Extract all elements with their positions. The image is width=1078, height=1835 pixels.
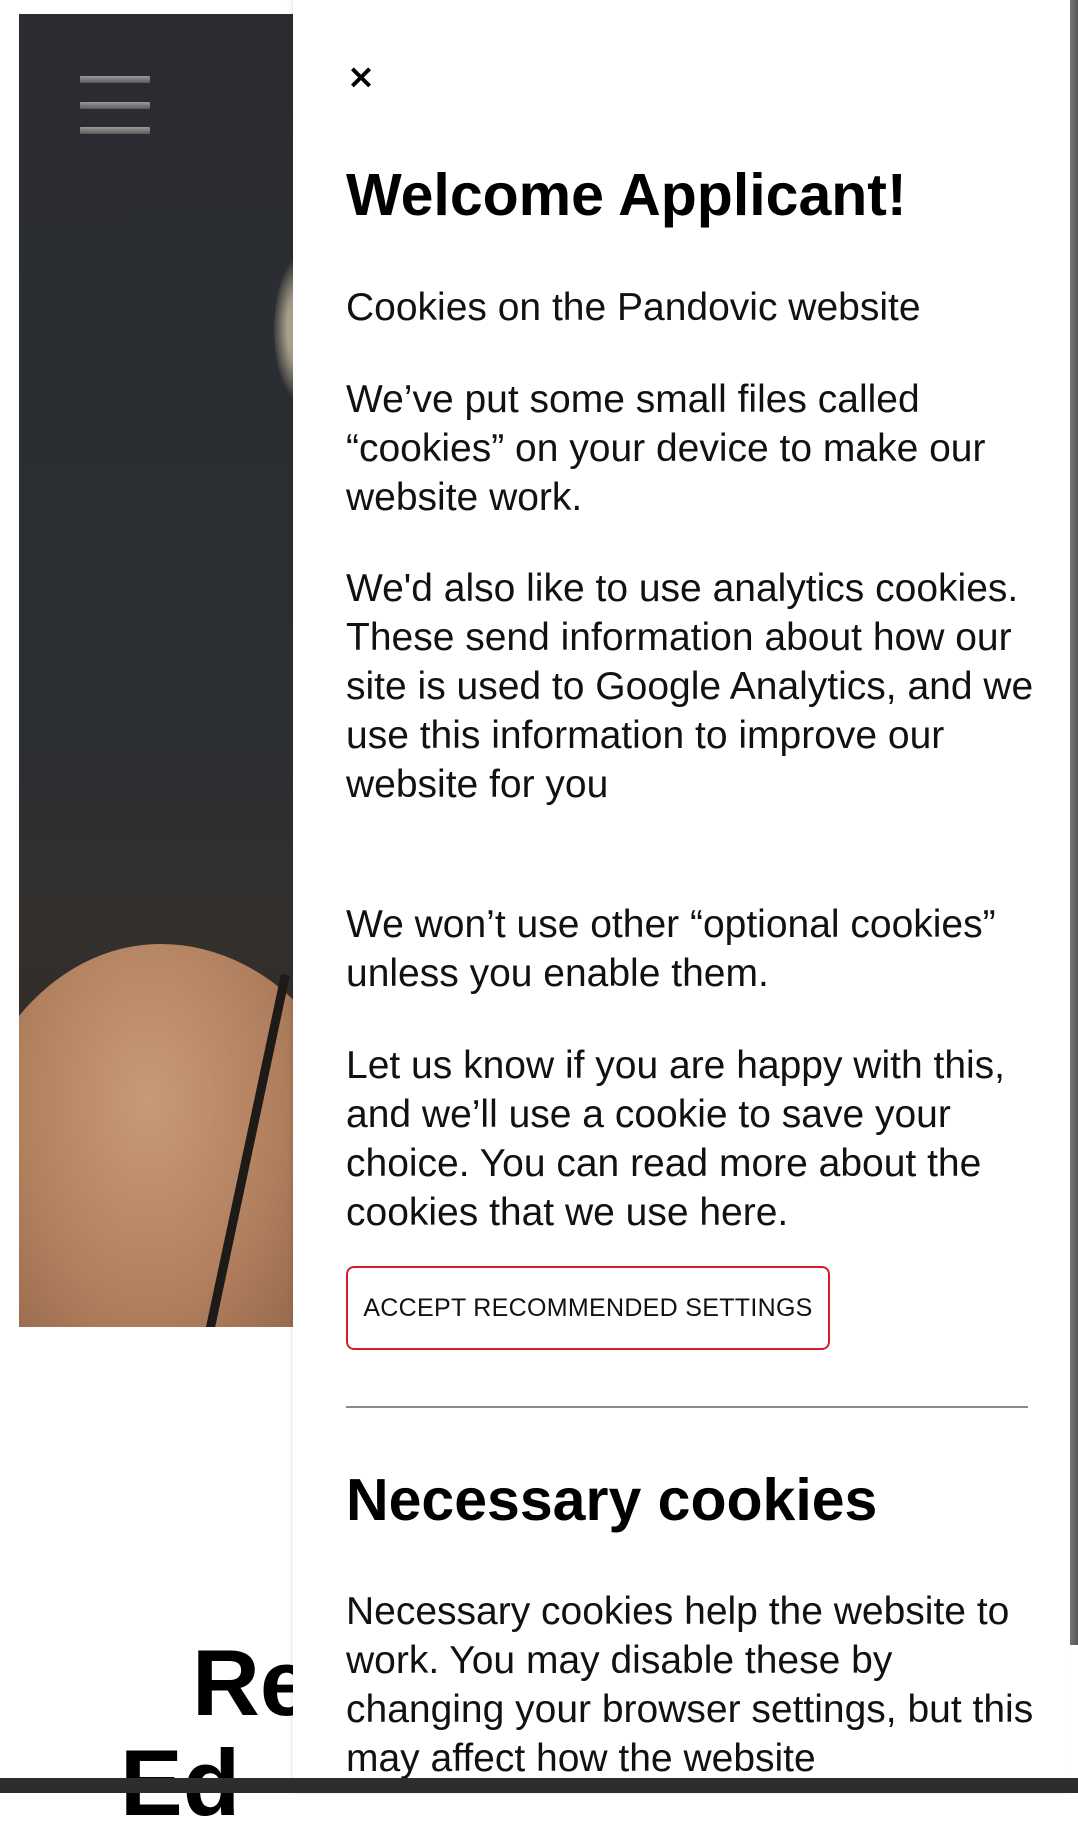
bottom-navigation-bar [0,1778,1078,1793]
save-choice-text: Let us know if you are happy with this, … [346,1044,1006,1234]
section-divider [346,1406,1028,1408]
analytics-cookies-text: We'd also like to use analytics cookies.… [346,567,1034,806]
necessary-cookies-title: Necessary cookies [346,1467,878,1533]
hamburger-menu-icon[interactable] [80,76,150,136]
close-icon[interactable]: × [345,60,377,96]
scrollbar[interactable] [1070,0,1078,1645]
cookie-files-text: We’ve put some small files called “cooki… [346,378,986,519]
necessary-cookies-text: Necessary cookies help the website to wo… [346,1590,1034,1780]
hero-image [19,14,299,1327]
accept-recommended-settings-button[interactable]: ACCEPT RECOMMENDED SETTINGS [346,1266,830,1350]
cookie-intro-text: Cookies on the Pandovic website [346,286,921,329]
hero-shoulder-shape [19,944,299,1327]
optional-cookies-text: We won’t use other “optional cookies” un… [346,903,996,995]
cookie-consent-panel: × Welcome Applicant! Cookies on the Pand… [293,0,1070,1793]
panel-title: Welcome Applicant! [346,162,907,228]
